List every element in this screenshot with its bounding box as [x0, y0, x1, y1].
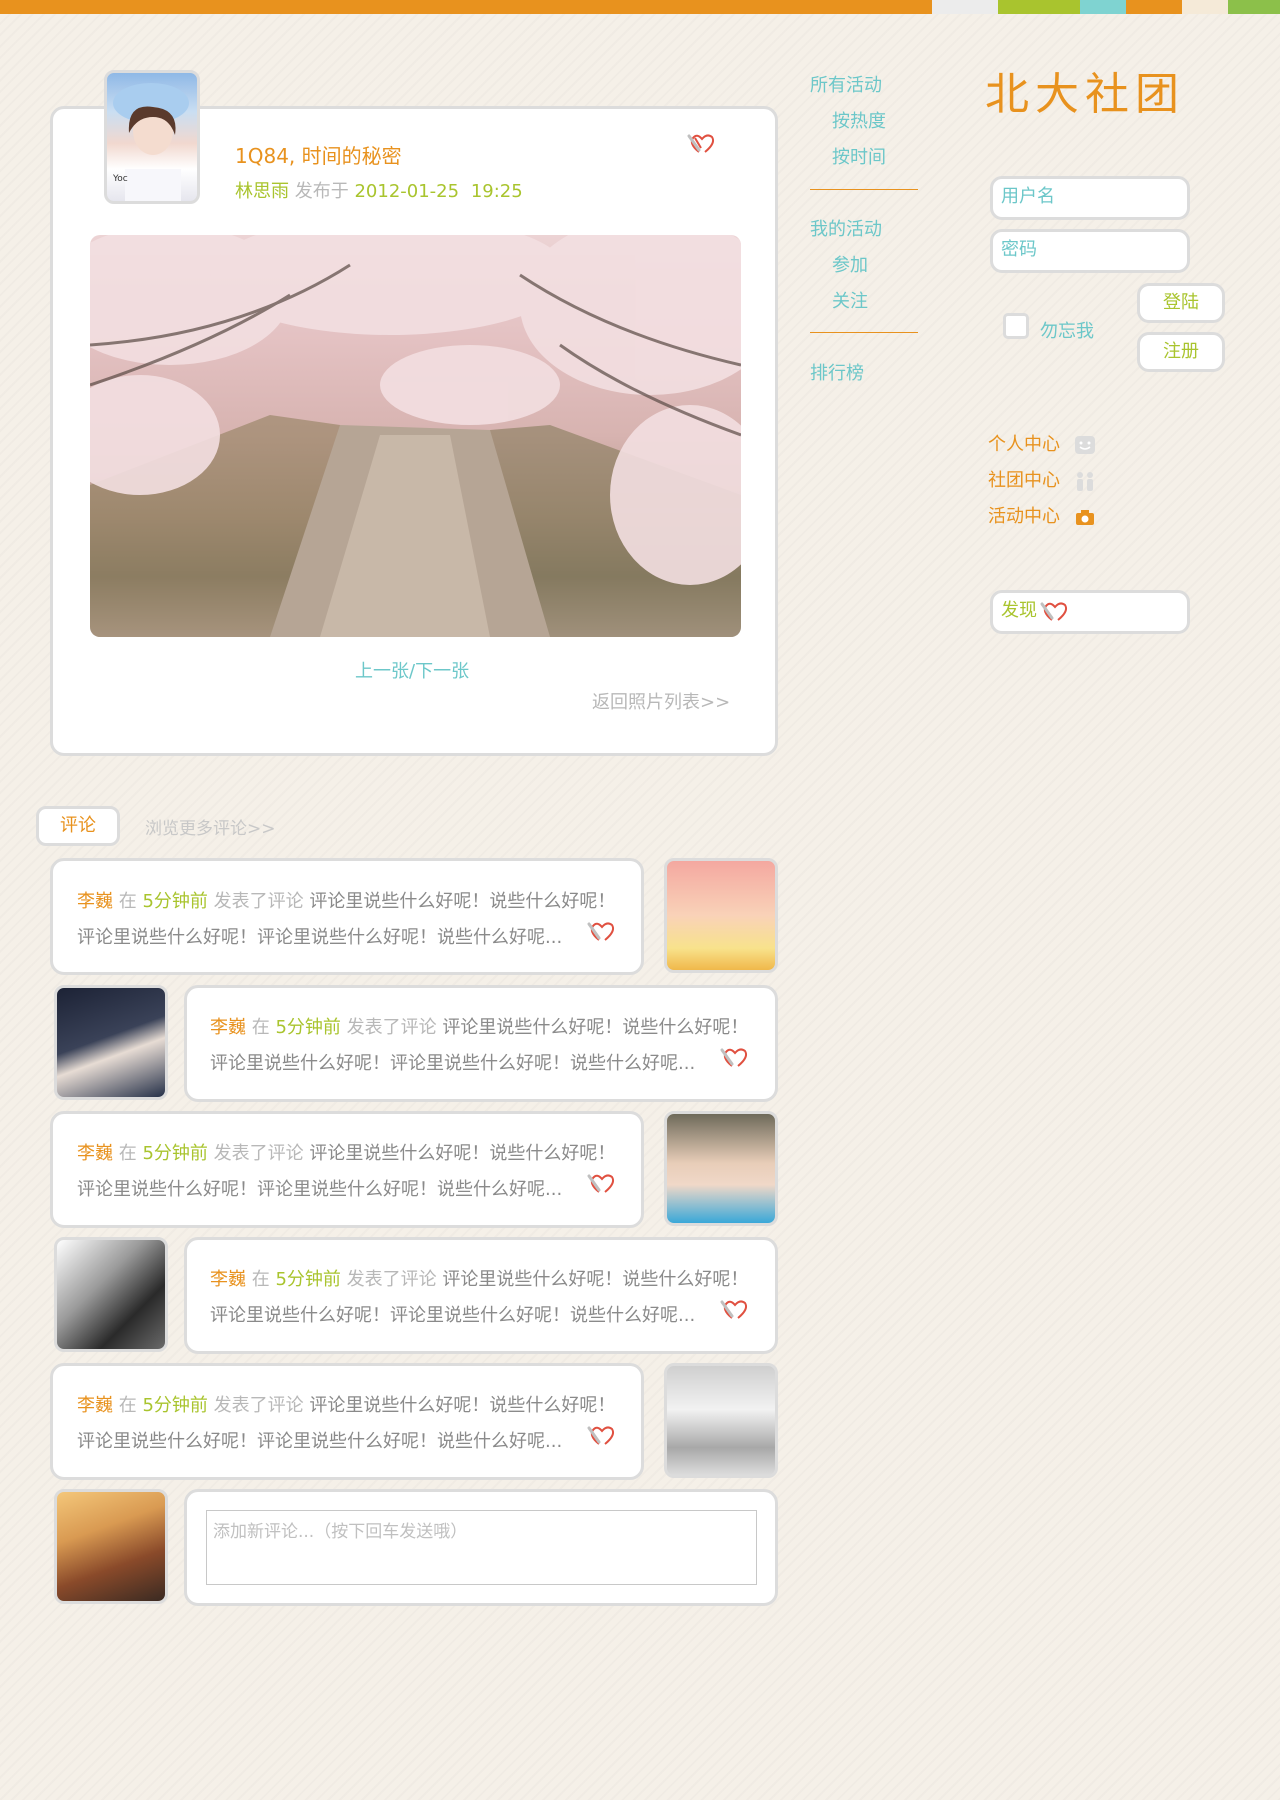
register-button[interactable]: 注册 [1137, 332, 1225, 372]
remember-label: 勿忘我 [1040, 321, 1094, 342]
nav-ranking[interactable]: 排行榜 [810, 359, 864, 385]
comment-line-2: 评论里说些什么好呢！评论里说些什么好呢！说些什么好呢... [210, 1305, 696, 1326]
comment-user[interactable]: 李巍 [210, 1017, 246, 1038]
comment-line-1: 李巍 在 5分钟前 发表了评论 评论里说些什么好呢！说些什么好呢！ [210, 1013, 748, 1039]
like-heart-icon[interactable] [685, 130, 721, 160]
site-logo[interactable]: 北大社团 [985, 58, 1185, 122]
comment-at: 在 [251, 1269, 270, 1290]
discover-label: 发现 [1001, 600, 1037, 621]
comment-text: 评论里说些什么好呢！说些什么好呢！ [442, 1269, 749, 1290]
comment-line-2: 评论里说些什么好呢！评论里说些什么好呢！说些什么好呢... [77, 927, 563, 948]
published-label: 发布于 [294, 181, 349, 202]
comment-action: 发表了评论 [213, 1143, 304, 1164]
comment-time: 5分钟前 [142, 1143, 208, 1164]
author-avatar[interactable]: Yoc [104, 70, 200, 204]
comment-text: 评论里说些什么好呢！说些什么好呢！ [309, 1143, 616, 1164]
center-club-label: 社团中心 [988, 470, 1060, 491]
comment-time: 5分钟前 [275, 1269, 341, 1290]
comment-text: 评论里说些什么好呢！说些什么好呢！ [309, 891, 616, 912]
comment-line-1: 李巍 在 5分钟前 发表了评论 评论里说些什么好呢！说些什么好呢！ [77, 1139, 615, 1165]
comment-at: 在 [118, 1395, 137, 1416]
comment-time: 5分钟前 [275, 1017, 341, 1038]
remember-checkbox[interactable] [1003, 313, 1029, 339]
center-activity[interactable]: 活动中心 [988, 502, 1096, 528]
comment-bubble [184, 985, 778, 1102]
comment-bubble [50, 858, 644, 975]
comment-like-icon[interactable] [585, 1170, 621, 1200]
comment-text: 评论里说些什么好呢！说些什么好呢！ [309, 1395, 616, 1416]
nav-by-heat[interactable]: 按热度 [832, 107, 886, 133]
comment-line-2: 评论里说些什么好呢！评论里说些什么好呢！说些什么好呢... [77, 1431, 563, 1452]
comment-line-1: 李巍 在 5分钟前 发表了评论 评论里说些什么好呢！说些什么好呢！ [77, 1391, 615, 1417]
comment-user[interactable]: 李巍 [210, 1269, 246, 1290]
comment-bubble [184, 1237, 778, 1354]
photo-pager[interactable]: 上一张/下一张 [355, 657, 469, 683]
comment-action: 发表了评论 [346, 1269, 437, 1290]
comment-time: 5分钟前 [142, 1395, 208, 1416]
comment-line-1: 李巍 在 5分钟前 发表了评论 评论里说些什么好呢！说些什么好呢！ [77, 887, 615, 913]
commenter-avatar[interactable] [664, 1111, 778, 1226]
nav-all-activities[interactable]: 所有活动 [810, 71, 882, 97]
center-club[interactable]: 社团中心 [988, 466, 1096, 492]
commenter-avatar[interactable] [664, 1363, 778, 1478]
comment-at: 在 [251, 1017, 270, 1038]
comment-time: 5分钟前 [142, 891, 208, 912]
post-date: 2012-01-25 [354, 181, 460, 202]
comment-like-icon[interactable] [585, 1422, 621, 1452]
svg-text:Yoc: Yoc [112, 174, 128, 184]
comment-like-icon[interactable] [718, 1296, 754, 1326]
back-to-photo-list-link[interactable]: 返回照片列表>> [592, 688, 730, 714]
comment-at: 在 [118, 891, 137, 912]
people-icon [1074, 471, 1096, 491]
new-comment-placeholder: 添加新评论...（按下回车发送哦） [213, 1522, 468, 1542]
center-activity-label: 活动中心 [988, 506, 1060, 527]
comment-user[interactable]: 李巍 [77, 1143, 113, 1164]
nav-joined[interactable]: 参加 [832, 251, 868, 277]
comment-line-2: 评论里说些什么好呢！评论里说些什么好呢！说些什么好呢... [77, 1179, 563, 1200]
nav-divider [810, 189, 918, 190]
main-photo [90, 235, 741, 637]
comment-bubble [50, 1363, 644, 1480]
post-author[interactable]: 林思雨 [235, 181, 289, 202]
comment-action: 发表了评论 [213, 1395, 304, 1416]
comment-at: 在 [118, 1143, 137, 1164]
comment-line-2: 评论里说些什么好呢！评论里说些什么好呢！说些什么好呢... [210, 1053, 696, 1074]
nav-divider [810, 332, 918, 333]
comment-text: 评论里说些什么好呢！说些什么好呢！ [442, 1017, 749, 1038]
password-field[interactable]: 密码 [990, 229, 1190, 273]
top-color-bar [0, 0, 1280, 14]
camera-icon [1074, 507, 1096, 527]
commenter-avatar[interactable] [664, 858, 778, 973]
discover-field[interactable]: 发现 [990, 590, 1190, 634]
login-button[interactable]: 登陆 [1137, 283, 1225, 323]
comment-user[interactable]: 李巍 [77, 1395, 113, 1416]
comment-line-1: 李巍 在 5分钟前 发表了评论 评论里说些什么好呢！说些什么好呢！ [210, 1265, 748, 1291]
new-comment-input[interactable]: 添加新评论...（按下回车发送哦） [206, 1510, 757, 1585]
comment-like-icon[interactable] [585, 918, 621, 948]
more-comments-link[interactable]: 浏览更多评论>> [145, 814, 276, 839]
current-user-avatar[interactable] [54, 1489, 168, 1604]
commenter-avatar[interactable] [54, 1237, 168, 1352]
discover-heart-icon[interactable] [1038, 598, 1074, 628]
comment-action: 发表了评论 [346, 1017, 437, 1038]
smiley-icon [1074, 435, 1096, 455]
center-personal-label: 个人中心 [988, 434, 1060, 455]
nav-by-time[interactable]: 按时间 [832, 143, 886, 169]
comments-tab-label: 评论 [60, 815, 96, 836]
username-field[interactable]: 用户名 [990, 176, 1190, 220]
comments-tab[interactable]: 评论 [36, 806, 120, 846]
nav-followed[interactable]: 关注 [832, 287, 868, 313]
comment-like-icon[interactable] [718, 1044, 754, 1074]
comment-user[interactable]: 李巍 [77, 891, 113, 912]
post-time: 19:25 [470, 181, 523, 202]
comment-bubble [50, 1111, 644, 1228]
center-personal[interactable]: 个人中心 [988, 430, 1096, 456]
post-meta: 林思雨 发布于 2012-01-25 19:25 [235, 177, 523, 203]
nav-my-activities[interactable]: 我的活动 [810, 215, 882, 241]
post-title: 1Q84, 时间的秘密 [235, 144, 402, 168]
comment-action: 发表了评论 [213, 891, 304, 912]
commenter-avatar[interactable] [54, 985, 168, 1100]
